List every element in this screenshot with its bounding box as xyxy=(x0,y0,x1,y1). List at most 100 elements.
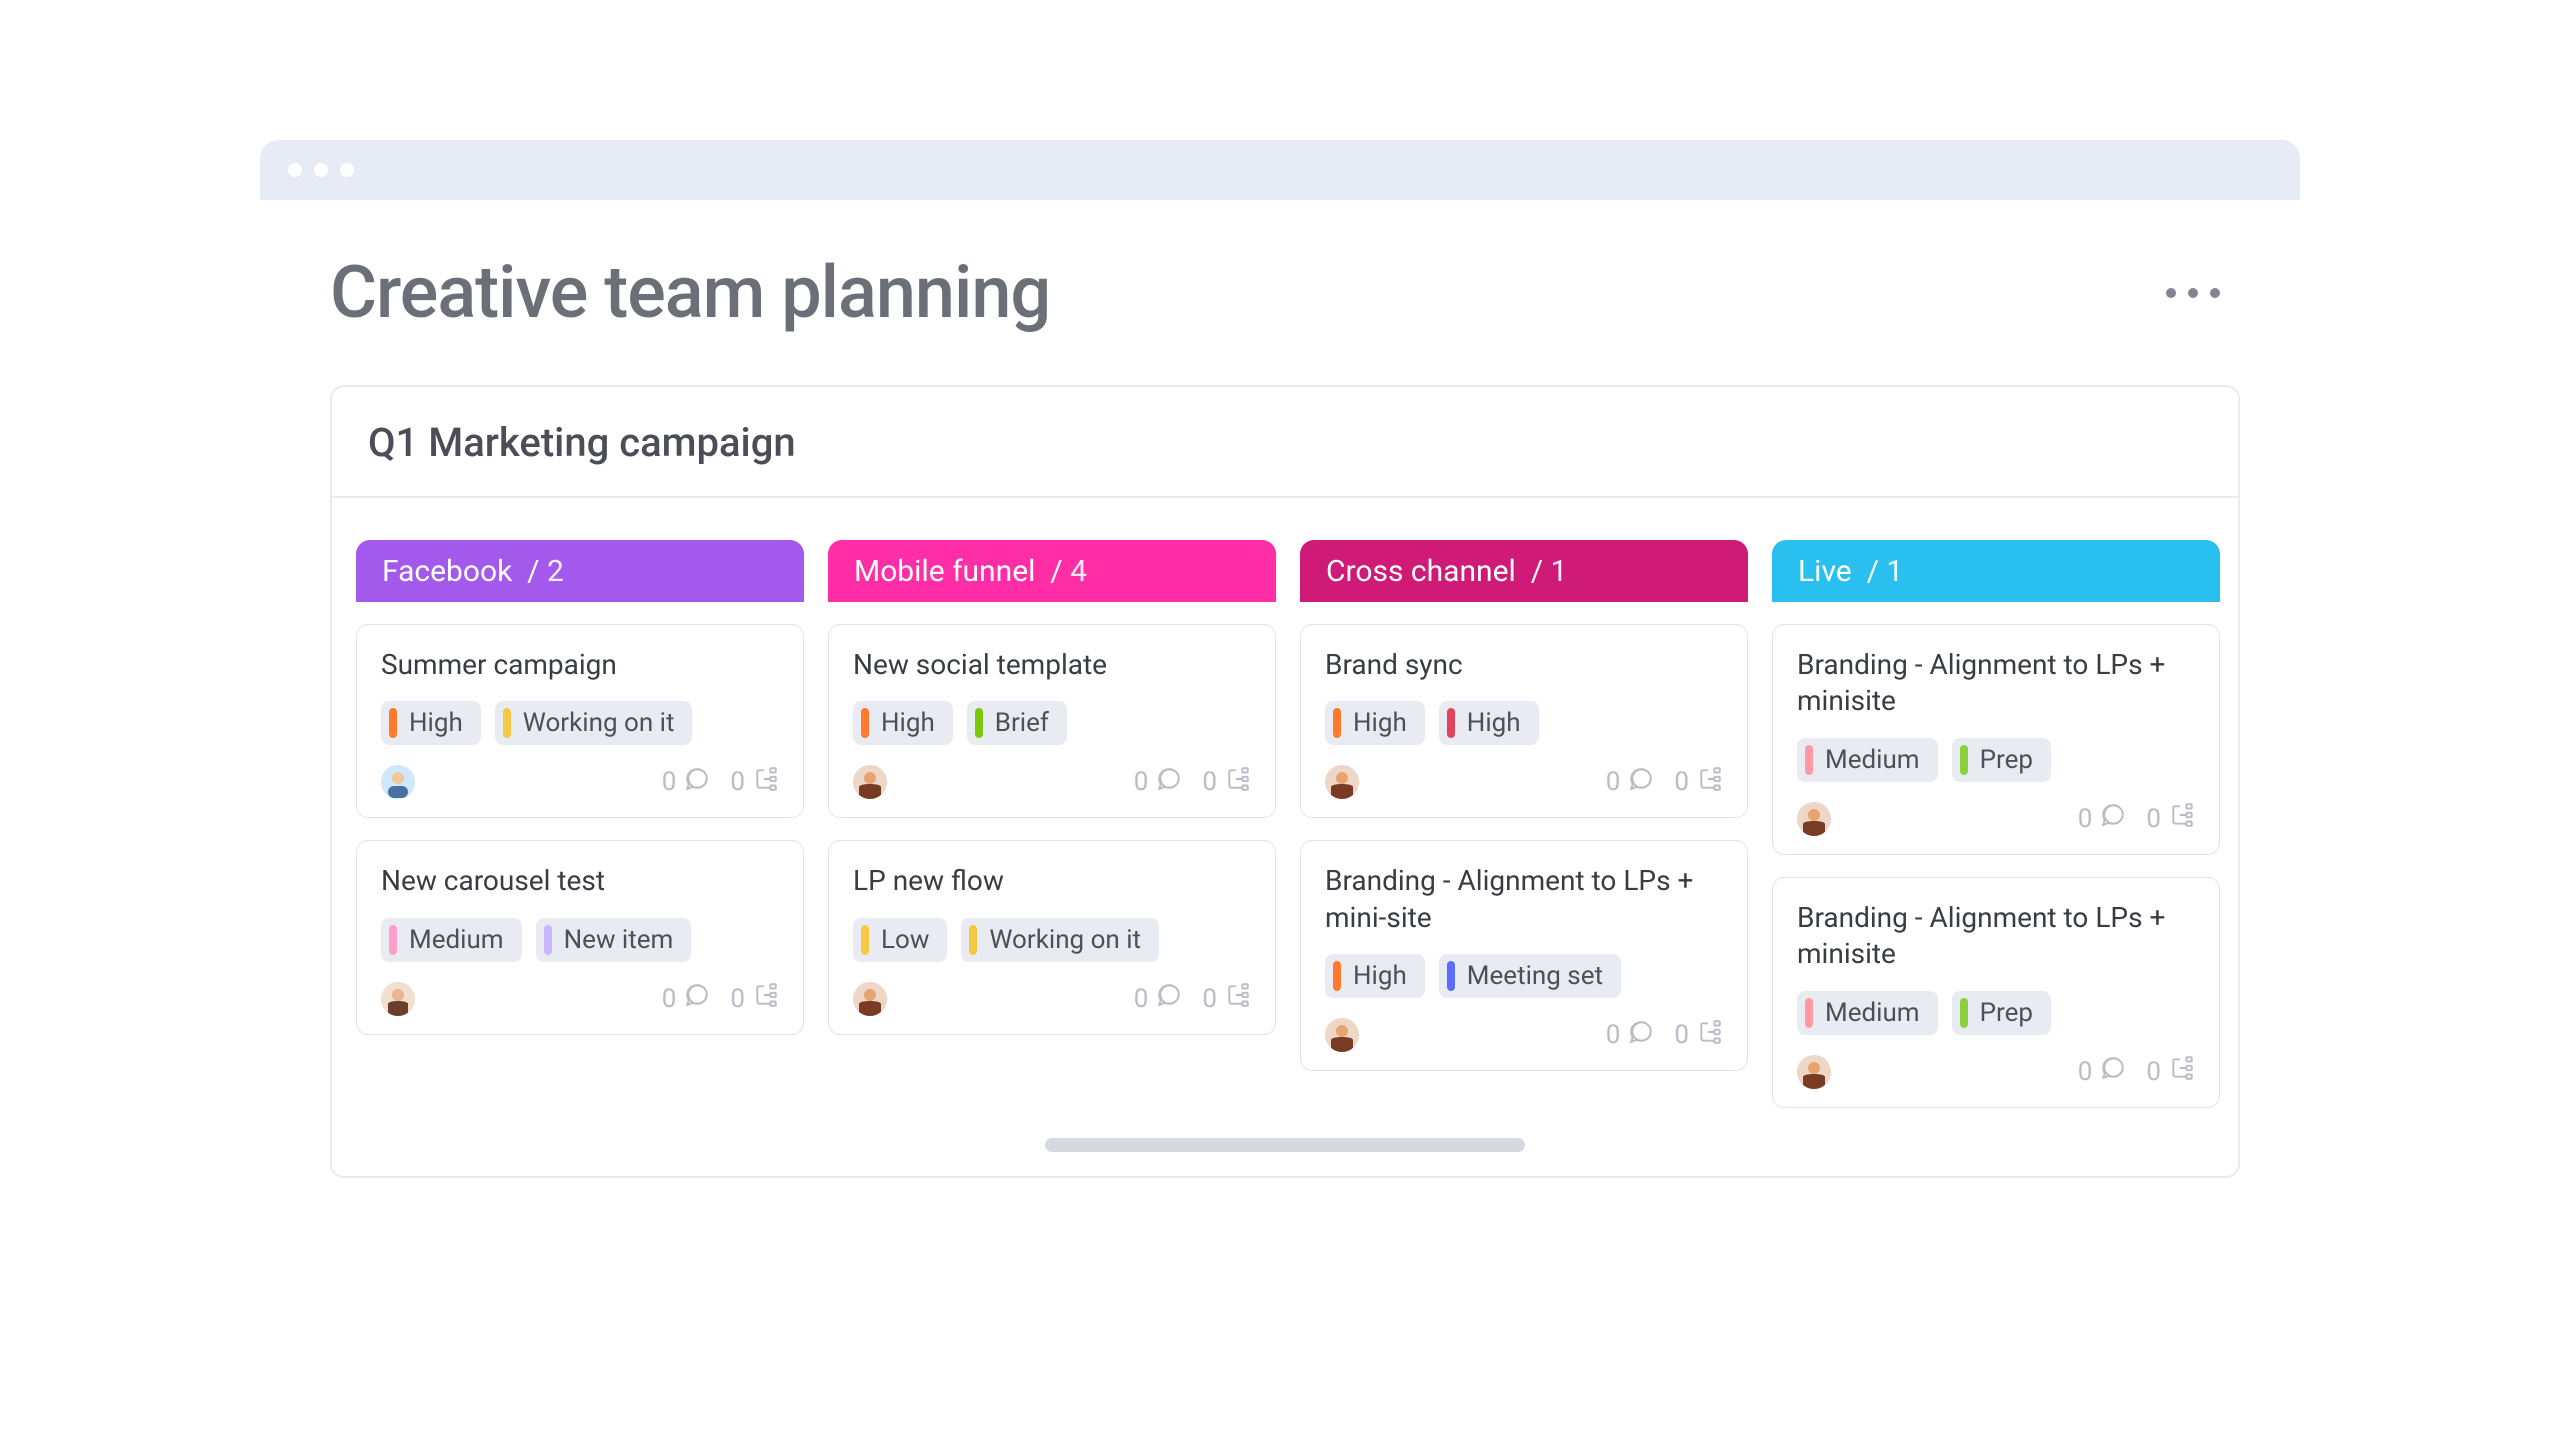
status-tag[interactable]: Prep xyxy=(1952,738,2051,782)
tag-color-bar xyxy=(389,925,397,955)
column-body: Brand syncHighHigh00Branding - Alignment… xyxy=(1300,602,1748,1071)
status-tag[interactable]: Medium xyxy=(1797,991,1938,1035)
subitems-icon xyxy=(2169,802,2195,835)
column-body: Branding - Alignment to LPs + minisiteMe… xyxy=(1772,602,2220,1108)
comment-icon xyxy=(684,982,710,1015)
column-body: New social templateHighBrief00LP new flo… xyxy=(828,602,1276,1035)
status-tag[interactable]: Meeting set xyxy=(1439,954,1621,998)
column-name: Live xyxy=(1798,554,1852,589)
horizontal-scrollbar[interactable] xyxy=(332,1128,2238,1176)
status-tag[interactable]: High xyxy=(1325,701,1425,745)
status-tag[interactable]: Working on it xyxy=(961,918,1159,962)
subitems-number: 0 xyxy=(1674,1020,1689,1050)
card-title: New carousel test xyxy=(381,863,779,899)
window-dot-min[interactable] xyxy=(314,163,328,177)
column-separator: / xyxy=(1852,554,1887,589)
tag-label: High xyxy=(881,708,935,738)
assignee-avatar[interactable] xyxy=(1797,1055,1831,1089)
scrollbar-thumb[interactable] xyxy=(1045,1138,1525,1152)
ellipsis-dot-icon xyxy=(2188,288,2198,298)
assignee-avatar[interactable] xyxy=(1325,1018,1359,1052)
status-tag[interactable]: New item xyxy=(536,918,692,962)
tag-color-bar xyxy=(1805,998,1813,1028)
assignee-avatar[interactable] xyxy=(381,982,415,1016)
column-header[interactable]: Facebook / 2 xyxy=(356,540,804,602)
comments-count[interactable]: 0 xyxy=(2078,802,2127,835)
board-column: Cross channel / 1Brand syncHighHigh00Bra… xyxy=(1300,540,1748,1071)
status-tag[interactable]: High xyxy=(853,701,953,745)
status-tag[interactable]: Medium xyxy=(381,918,522,962)
more-options-button[interactable] xyxy=(2166,288,2230,298)
tag-color-bar xyxy=(1447,961,1455,991)
subitems-count[interactable]: 0 xyxy=(1202,766,1251,799)
subitems-number: 0 xyxy=(1202,767,1217,797)
assignee-avatar[interactable] xyxy=(1325,765,1359,799)
tag-color-bar xyxy=(975,708,983,738)
status-tag[interactable]: High xyxy=(1439,701,1539,745)
card-tags: Medium Prep xyxy=(1797,738,2195,782)
subitems-count[interactable]: 0 xyxy=(730,766,779,799)
comments-count[interactable]: 0 xyxy=(1134,766,1183,799)
comments-count[interactable]: 0 xyxy=(662,982,711,1015)
assignee-avatar[interactable] xyxy=(1797,802,1831,836)
subitems-count[interactable]: 0 xyxy=(730,982,779,1015)
comments-number: 0 xyxy=(1134,984,1149,1014)
card-title: Brand sync xyxy=(1325,647,1723,683)
board-area: Q1 Marketing campaign Facebook / 2Summer… xyxy=(260,385,2300,1228)
task-card[interactable]: Branding - Alignment to LPs + mini-siteH… xyxy=(1300,840,1748,1071)
board-title[interactable]: Q1 Marketing campaign xyxy=(368,419,2202,466)
board-column: Mobile funnel / 4New social templateHigh… xyxy=(828,540,1276,1035)
assignee-avatar[interactable] xyxy=(853,982,887,1016)
assignee-avatar[interactable] xyxy=(381,765,415,799)
comments-count[interactable]: 0 xyxy=(1606,766,1655,799)
status-tag[interactable]: Brief xyxy=(967,701,1067,745)
column-header[interactable]: Cross channel / 1 xyxy=(1300,540,1748,602)
comments-count[interactable]: 0 xyxy=(1606,1019,1655,1052)
status-tag[interactable]: High xyxy=(1325,954,1425,998)
column-header[interactable]: Mobile funnel / 4 xyxy=(828,540,1276,602)
subitems-icon xyxy=(1697,766,1723,799)
card-meta: 00 xyxy=(1134,766,1251,799)
assignee-avatar[interactable] xyxy=(853,765,887,799)
tag-color-bar xyxy=(969,925,977,955)
task-card[interactable]: New carousel test Medium New item 00 xyxy=(356,840,804,1034)
subitems-count[interactable]: 0 xyxy=(2146,802,2195,835)
task-card[interactable]: Branding - Alignment to LPs + minisiteMe… xyxy=(1772,877,2220,1108)
comment-icon xyxy=(2100,802,2126,835)
subitems-count[interactable]: 0 xyxy=(1674,1019,1723,1052)
status-tag[interactable]: Prep xyxy=(1952,991,2051,1035)
card-tags: High Working on it xyxy=(381,701,779,745)
subitems-icon xyxy=(1225,766,1251,799)
task-card[interactable]: LP new flowLowWorking on it00 xyxy=(828,840,1276,1034)
status-tag[interactable]: High xyxy=(381,701,481,745)
comment-icon xyxy=(1156,766,1182,799)
comment-icon xyxy=(1628,766,1654,799)
card-footer: 00 xyxy=(381,765,779,799)
comments-count[interactable]: 0 xyxy=(1134,982,1183,1015)
comments-count[interactable]: 0 xyxy=(2078,1055,2127,1088)
tag-label: Low xyxy=(881,925,929,955)
column-count: 1 xyxy=(1886,554,1903,589)
task-card[interactable]: Branding - Alignment to LPs + minisiteMe… xyxy=(1772,624,2220,855)
task-card[interactable]: Summer campaignHighWorking on it00 xyxy=(356,624,804,818)
column-separator: / xyxy=(1035,554,1070,589)
status-tag[interactable]: Working on it xyxy=(495,701,693,745)
task-card[interactable]: Brand sync High High 00 xyxy=(1300,624,1748,818)
task-card[interactable]: New social templateHighBrief00 xyxy=(828,624,1276,818)
subitems-count[interactable]: 0 xyxy=(1674,766,1723,799)
window-dot-close[interactable] xyxy=(288,163,302,177)
comments-count[interactable]: 0 xyxy=(662,766,711,799)
window-dot-max[interactable] xyxy=(340,163,354,177)
tag-label: Working on it xyxy=(989,925,1141,955)
subitems-count[interactable]: 0 xyxy=(1202,982,1251,1015)
subitems-count[interactable]: 0 xyxy=(2146,1055,2195,1088)
subitems-number: 0 xyxy=(2146,804,2161,834)
comment-icon xyxy=(1628,1019,1654,1052)
status-tag[interactable]: Low xyxy=(853,918,947,962)
tag-color-bar xyxy=(1805,745,1813,775)
subitems-number: 0 xyxy=(2146,1057,2161,1087)
column-header[interactable]: Live / 1 xyxy=(1772,540,2220,602)
status-tag[interactable]: Medium xyxy=(1797,738,1938,782)
tag-color-bar xyxy=(861,708,869,738)
tag-label: High xyxy=(409,708,463,738)
